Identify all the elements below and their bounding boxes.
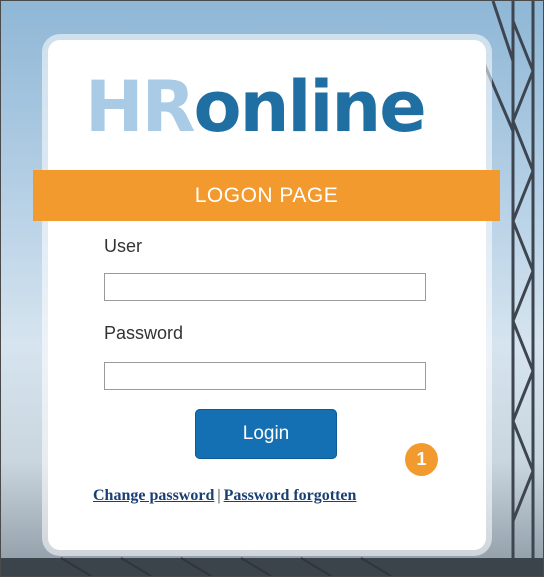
login-button[interactable]: Login bbox=[195, 409, 337, 459]
password-forgotten-link[interactable]: Password forgotten bbox=[224, 487, 357, 504]
password-label: Password bbox=[104, 323, 184, 343]
step-number-badge: 1 bbox=[405, 443, 438, 476]
logo-online-text: online bbox=[193, 66, 427, 148]
logo-hr-text: HR bbox=[85, 66, 195, 148]
user-input[interactable] bbox=[104, 273, 426, 301]
password-input[interactable] bbox=[104, 362, 426, 390]
hronline-logo: HRonline bbox=[85, 62, 445, 152]
change-password-link[interactable]: Change password bbox=[93, 487, 214, 504]
logon-page-banner: LOGON PAGE bbox=[33, 170, 500, 221]
link-separator: | bbox=[217, 487, 221, 504]
account-links: Change password | Password forgotten bbox=[93, 487, 356, 505]
user-label: User bbox=[104, 236, 143, 256]
